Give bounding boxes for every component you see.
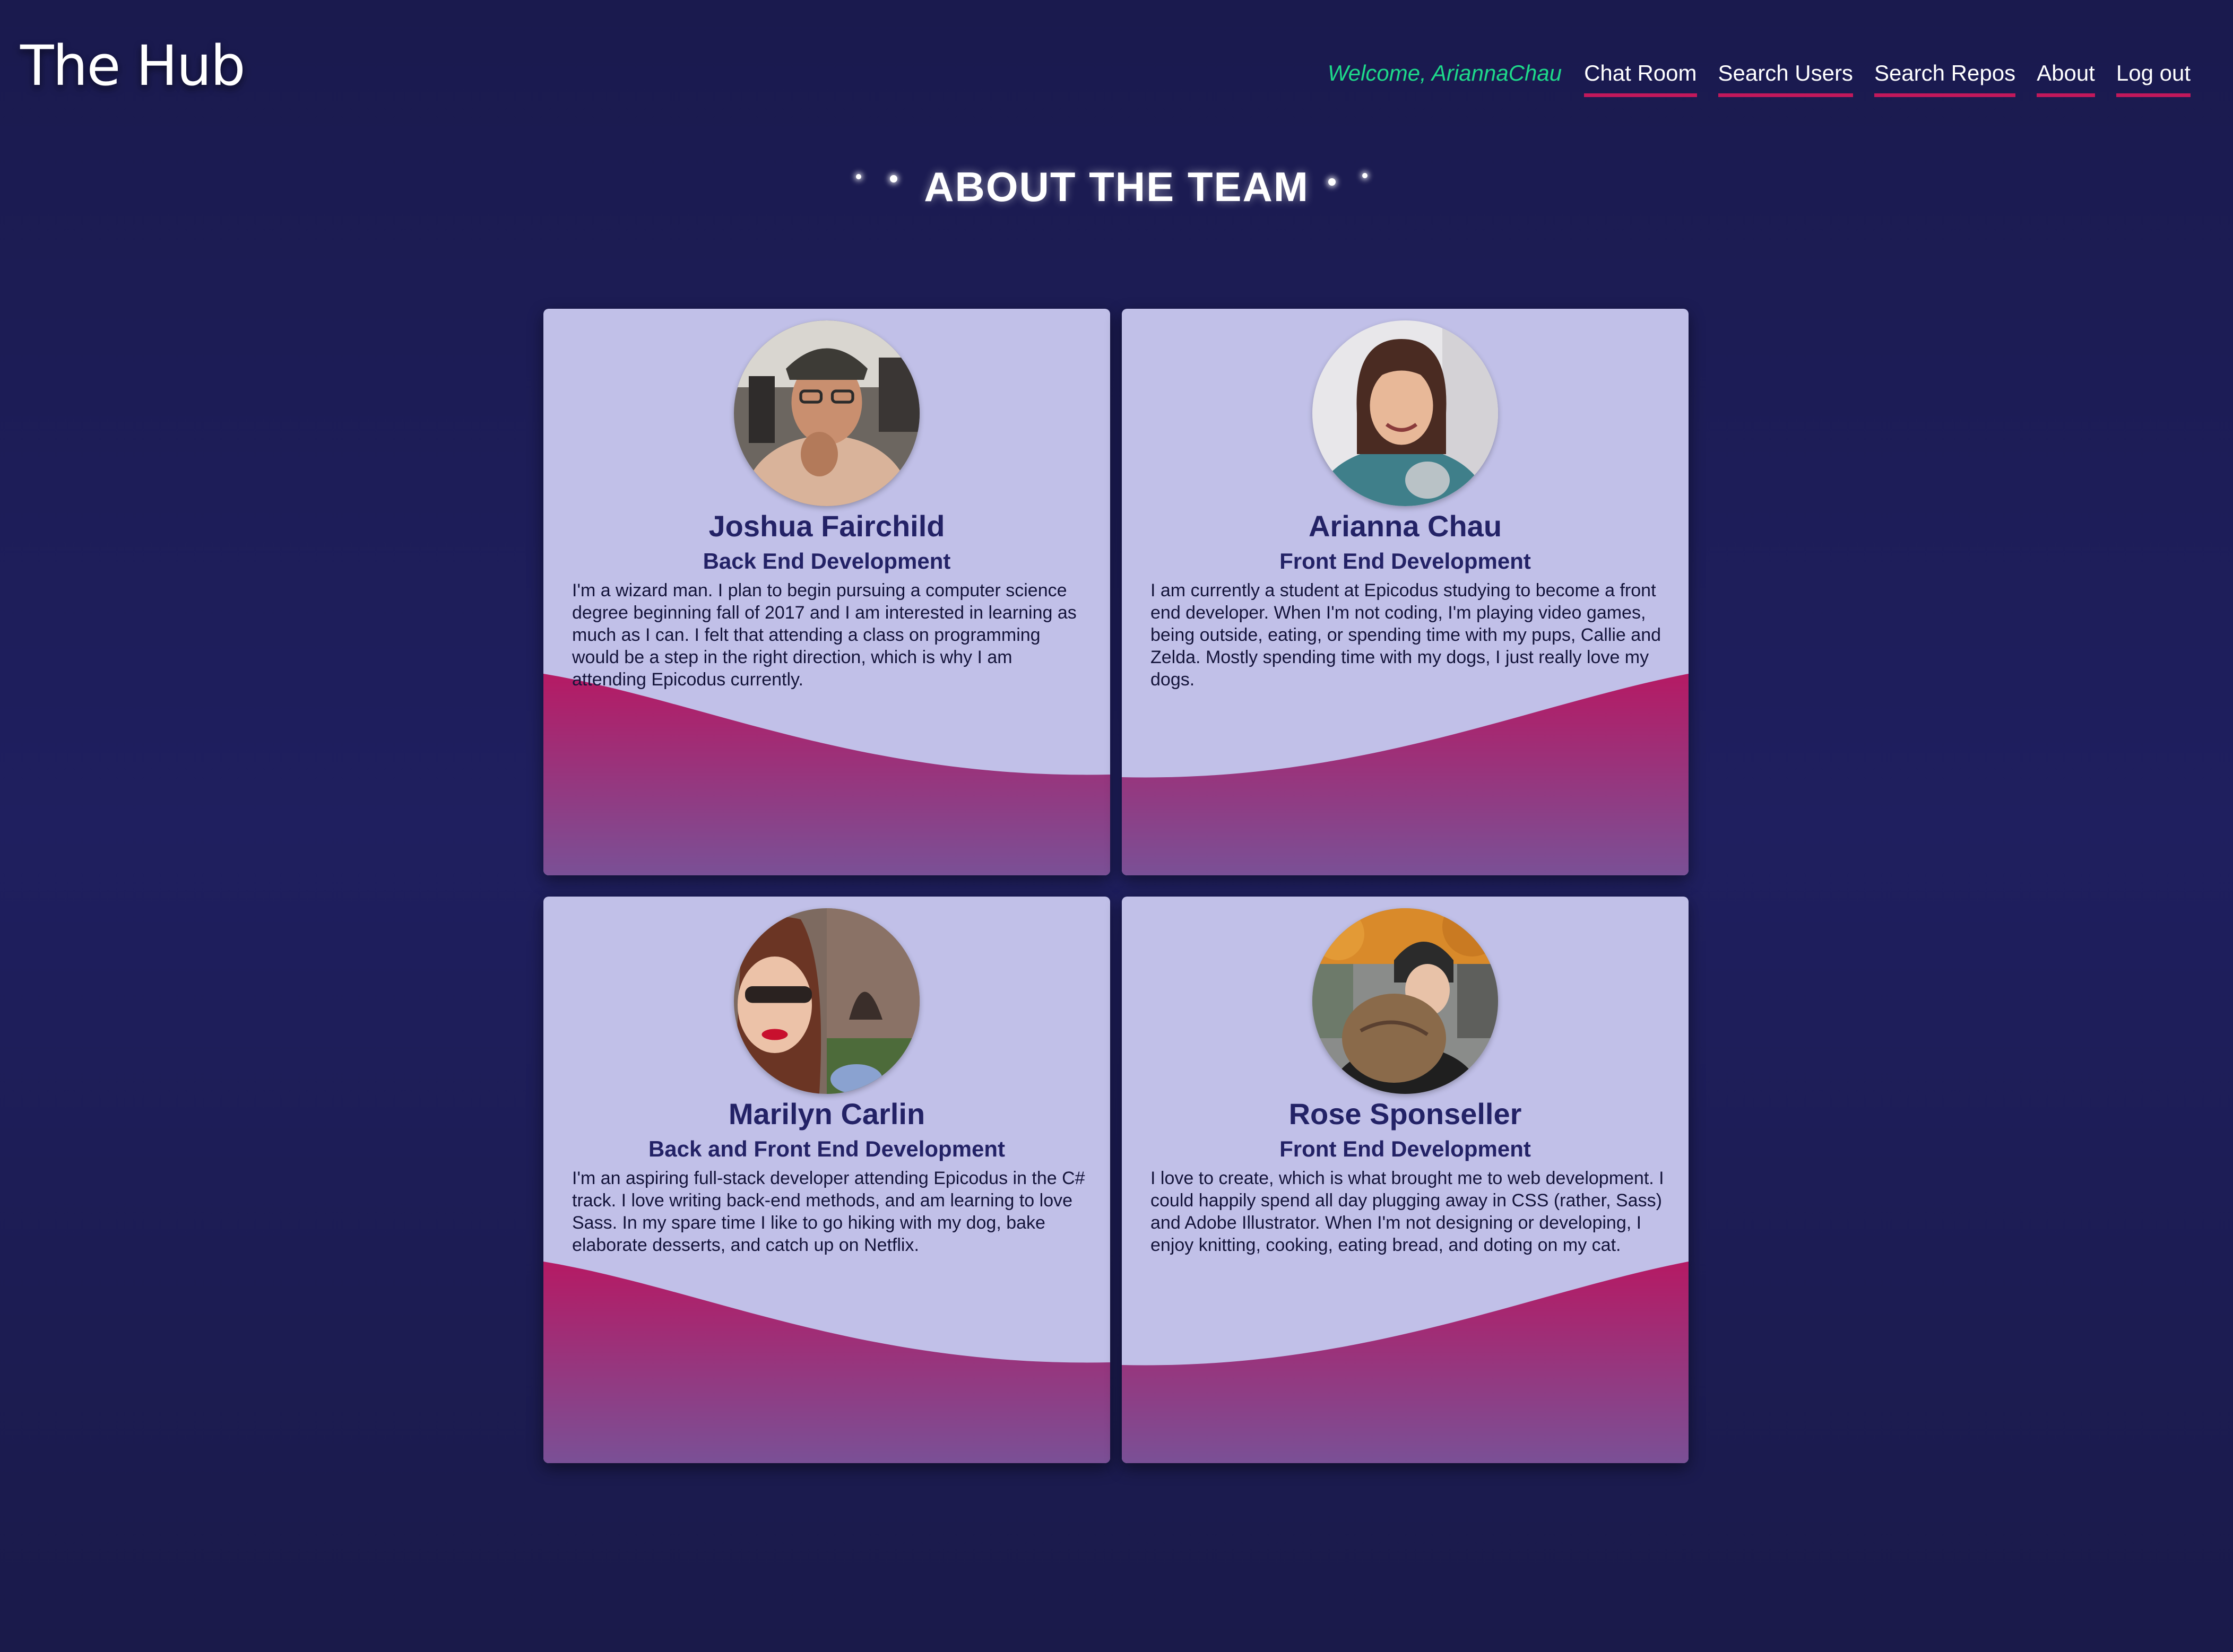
avatar-rose — [1312, 908, 1498, 1094]
member-name: Marilyn Carlin — [728, 1097, 925, 1131]
team-card-joshua: Joshua Fairchild Back End Development I'… — [543, 309, 1110, 875]
member-bio: I'm an aspiring full-stack developer att… — [572, 1168, 1085, 1255]
member-role: Back End Development — [703, 549, 951, 573]
avatar-photo — [734, 908, 920, 1094]
member-role: Front End Development — [1279, 1136, 1531, 1161]
member-role: Front End Development — [1279, 549, 1531, 573]
card-wave-decoration — [1122, 1262, 1689, 1463]
team-grid: Joshua Fairchild Back End Development I'… — [543, 309, 1690, 1463]
member-bio: I'm a wizard man. I plan to begin pursui… — [572, 580, 1077, 690]
nav-link-log-out[interactable]: Log out — [2116, 58, 2191, 97]
member-name: Arianna Chau — [1308, 509, 1502, 543]
sparkle-icon — [1328, 178, 1336, 186]
nav-link-about[interactable]: About — [2037, 58, 2095, 97]
avatar-arianna — [1312, 320, 1498, 506]
avatar-marilyn — [734, 908, 920, 1094]
member-bio: I am currently a student at Epicodus stu… — [1150, 580, 1661, 690]
team-card-marilyn: Marilyn Carlin Back and Front End Develo… — [543, 897, 1110, 1463]
nav-link-chat-room[interactable]: Chat Room — [1584, 58, 1697, 97]
card-wave-decoration — [543, 1262, 1110, 1463]
nav-link-search-users[interactable]: Search Users — [1718, 58, 1853, 97]
avatar-joshua — [734, 320, 920, 506]
team-card-arianna: Arianna Chau Front End Development I am … — [1122, 309, 1689, 875]
main-nav: Welcome, AriannaChau Chat Room Search Us… — [1328, 58, 2191, 97]
page-title: ABOUT THE TEAM — [856, 163, 1368, 210]
team-card-rose: Rose Sponseller Front End Development I … — [1122, 897, 1689, 1463]
card-wave-decoration — [543, 674, 1110, 875]
page-title-text: ABOUT THE TEAM — [924, 163, 1309, 210]
avatar-photo — [1312, 908, 1498, 1094]
member-bio: I love to create, which is what brought … — [1150, 1168, 1664, 1255]
avatar-photo — [734, 320, 920, 506]
member-role: Back and Front End Development — [648, 1136, 1006, 1161]
nav-link-search-repos[interactable]: Search Repos — [1874, 58, 2016, 97]
member-name: Rose Sponseller — [1288, 1097, 1522, 1131]
sparkle-icon — [1362, 173, 1368, 178]
site-logo[interactable]: The Hub — [20, 38, 246, 93]
welcome-message: Welcome, AriannaChau — [1327, 60, 1562, 85]
avatar-photo — [1312, 320, 1498, 506]
sparkle-icon — [890, 175, 898, 182]
card-wave-decoration — [1122, 674, 1689, 875]
member-name: Joshua Fairchild — [708, 509, 945, 543]
title-area: ABOUT THE TEAM — [0, 164, 2233, 210]
sparkle-icon — [856, 174, 862, 179]
